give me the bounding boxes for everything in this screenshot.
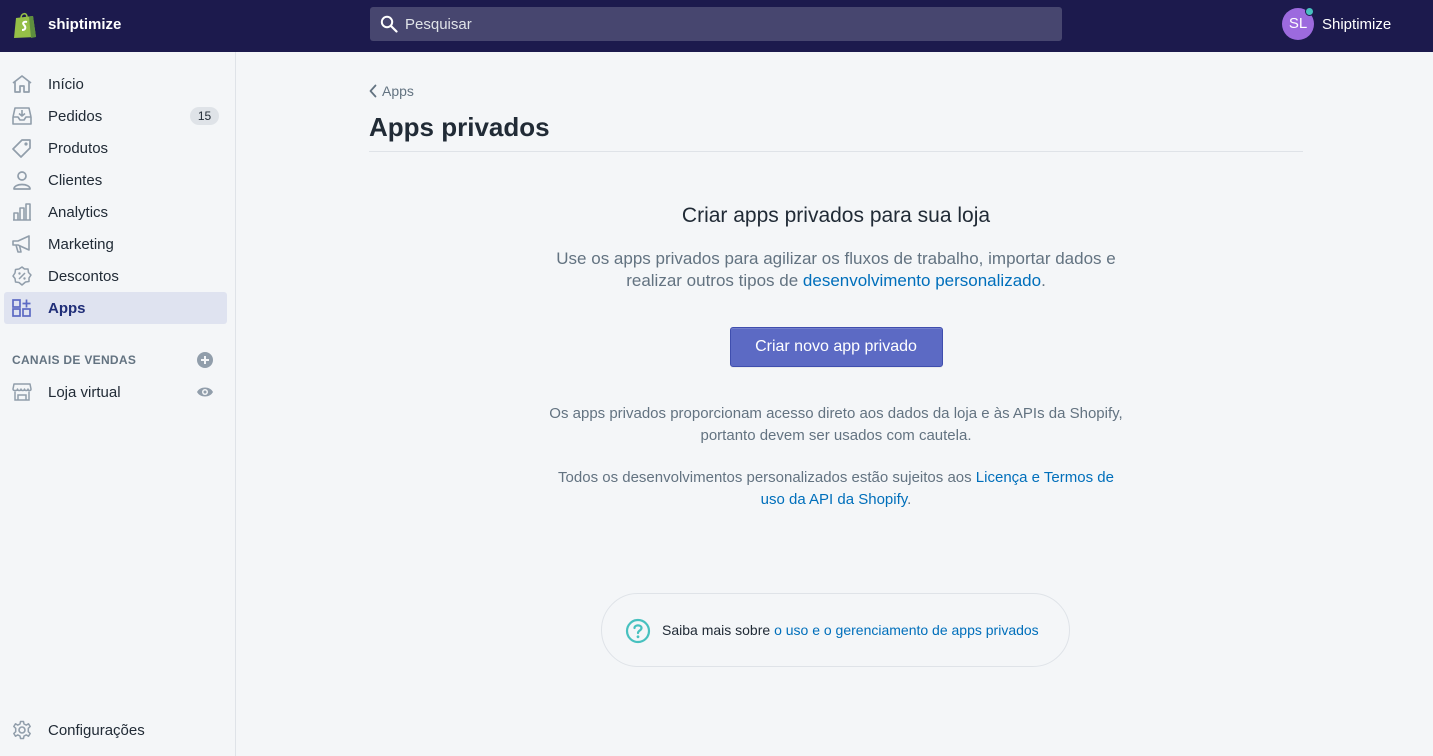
orders-count-badge: 15 [190, 107, 219, 125]
title-divider [369, 151, 1303, 152]
add-sales-channel-icon[interactable] [196, 351, 214, 369]
sidebar-item-label: Pedidos [48, 108, 103, 125]
eye-icon[interactable] [196, 385, 214, 399]
create-private-app-button[interactable]: Criar novo app privado [729, 327, 943, 367]
sidebar-item-label: Marketing [48, 236, 114, 253]
discount-icon [12, 266, 32, 286]
custom-development-link[interactable]: desenvolvimento personalizado [803, 271, 1041, 290]
sidebar-item-label: Analytics [48, 204, 109, 221]
sidebar-item-produtos[interactable]: Produtos [4, 132, 227, 164]
sidebar: Início Pedidos 15 Produtos Clientes Anal… [0, 52, 236, 756]
question-circle-icon [625, 618, 651, 644]
license-note-end: . [907, 491, 912, 508]
search-input[interactable] [405, 7, 1045, 41]
sidebar-item-label: Descontos [48, 268, 119, 285]
sidebar-item-label: Apps [48, 300, 86, 317]
sidebar-item-configuracoes[interactable]: Configurações [4, 714, 227, 746]
help-footer: Saiba mais sobre o uso e o gerenciamento… [601, 593, 1070, 667]
sidebar-item-label: Produtos [48, 140, 109, 157]
empty-state-heading: Criar apps privados para sua loja [681, 204, 991, 227]
megaphone-icon [12, 235, 30, 253]
user-name[interactable]: Shiptimize [1322, 16, 1391, 33]
sidebar-item-apps[interactable]: Apps [4, 292, 227, 324]
apps-icon [12, 299, 31, 317]
empty-state-lead: Use os apps privados para agilizar os fl… [556, 248, 1116, 292]
sidebar-item-marketing[interactable]: Marketing [4, 228, 227, 260]
search-bar[interactable] [370, 7, 1062, 41]
empty-state: Criar apps privados para sua loja Use os… [369, 202, 1303, 511]
license-note-text: Todos os desenvolvimentos personalizados… [558, 469, 976, 486]
person-icon [13, 171, 31, 190]
sidebar-item-analytics[interactable]: Analytics [4, 196, 227, 228]
status-indicator [1305, 7, 1314, 16]
private-apps-help-link[interactable]: o uso e o gerenciamento de apps privados [774, 622, 1039, 638]
sidebar-item-inicio[interactable]: Início [4, 68, 227, 100]
sidebar-item-label: Início [48, 76, 84, 93]
breadcrumb-label[interactable]: Apps [382, 83, 414, 99]
gear-icon [13, 720, 31, 740]
sales-channels-title: CANAIS DE VENDAS [12, 353, 137, 367]
bar-chart-icon [13, 203, 31, 221]
sidebar-item-descontos[interactable]: Descontos [4, 260, 227, 292]
main-content: Apps Apps privados Criar apps privados p… [237, 52, 1433, 756]
private-apps-warning: Os apps privados proporcionam acesso dir… [549, 405, 1123, 444]
sidebar-item-label: Configurações [48, 722, 145, 739]
home-icon [12, 75, 32, 93]
store-name[interactable]: shiptimize [48, 16, 121, 33]
help-prefix: Saiba mais sobre [662, 622, 775, 638]
top-bar: shiptimize SL Shiptimize [0, 0, 1433, 52]
sidebar-item-loja-virtual[interactable]: Loja virtual [4, 376, 227, 408]
sidebar-item-pedidos[interactable]: Pedidos 15 [4, 100, 227, 132]
shopify-bag-icon[interactable] [12, 11, 38, 39]
chevron-left-icon [369, 84, 377, 98]
search-icon [380, 15, 398, 33]
orders-icon [12, 107, 32, 125]
license-note: Todos os desenvolvimentos personalizados… [546, 467, 1126, 511]
help-text: Saiba mais sobre o uso e o gerenciamento… [662, 622, 1039, 638]
lead-end: . [1041, 271, 1046, 290]
tag-icon [12, 139, 31, 158]
sidebar-item-label: Clientes [48, 172, 103, 189]
store-icon [12, 383, 32, 401]
page-title: Apps privados [369, 112, 550, 142]
sidebar-item-label: Loja virtual [48, 384, 121, 401]
sidebar-item-clientes[interactable]: Clientes [4, 164, 227, 196]
